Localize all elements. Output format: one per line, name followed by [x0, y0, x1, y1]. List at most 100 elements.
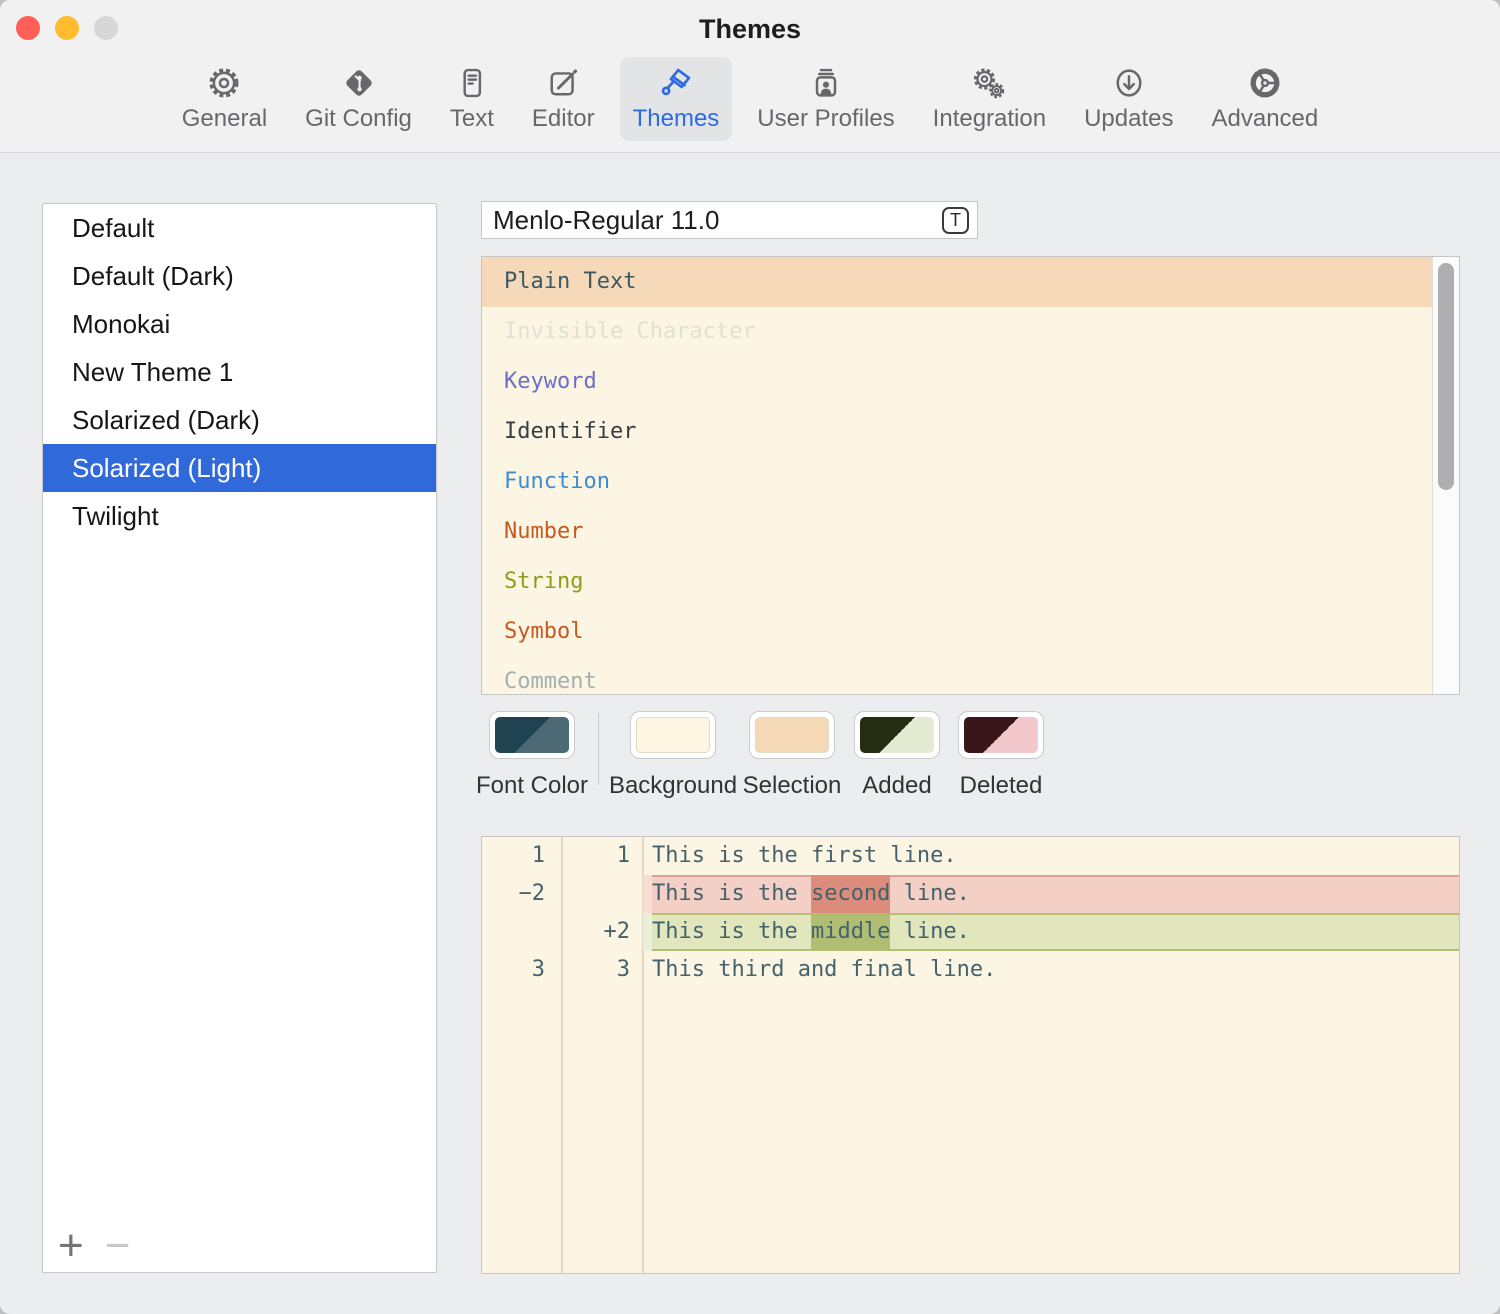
tab-advanced[interactable]: Advanced — [1198, 57, 1331, 141]
preview-label: Plain Text — [504, 269, 636, 294]
tab-text[interactable]: Text — [437, 57, 507, 141]
background-well[interactable] — [630, 711, 716, 759]
tab-updates[interactable]: Updates — [1071, 57, 1186, 141]
profile-card-icon — [807, 64, 845, 102]
font-field[interactable]: Menlo-Regular 11.0 T — [481, 201, 978, 239]
diff-line-added: +2 This is the middle line. — [482, 913, 1459, 951]
advanced-gear-icon — [1246, 64, 1284, 102]
theme-item-solarized-dark[interactable]: Solarized (Dark) — [43, 396, 436, 444]
tab-git-config[interactable]: Git Config — [292, 57, 425, 141]
diff-preview: 1 1 This is the first line. −2 This is t… — [481, 836, 1460, 1274]
new-line-number — [561, 875, 643, 913]
tab-general[interactable]: General — [169, 57, 280, 141]
theme-preview: Plain Text Invisible Character Keyword I… — [481, 256, 1460, 695]
tab-label: General — [182, 106, 267, 132]
edit-pencil-icon — [544, 64, 582, 102]
swatch-divider — [598, 713, 599, 785]
diff-text: This is the — [652, 881, 811, 906]
add-theme-button[interactable]: + — [58, 1222, 84, 1270]
tab-label: User Profiles — [757, 106, 894, 132]
diff-code: This is the second line. — [643, 875, 1459, 913]
theme-item-solarized-light[interactable]: Solarized (Light) — [43, 444, 436, 492]
scrollbar-thumb[interactable] — [1438, 263, 1454, 490]
fullscreen-button[interactable] — [94, 16, 118, 40]
font-color-swatch — [495, 717, 569, 753]
tab-label: Git Config — [305, 106, 412, 132]
new-line-number: 1 — [561, 837, 643, 875]
tab-editor[interactable]: Editor — [519, 57, 608, 141]
preview-row-comment: Comment — [482, 657, 1432, 695]
tab-themes[interactable]: Themes — [620, 57, 733, 141]
theme-item-new-theme-1[interactable]: New Theme 1 — [43, 348, 436, 396]
diff-text: This is the — [652, 919, 811, 944]
gears-icon — [970, 64, 1008, 102]
remove-theme-button[interactable]: − — [105, 1222, 131, 1270]
tab-label: Updates — [1084, 106, 1173, 132]
preview-label: Invisible Character — [504, 319, 756, 344]
diff-code: This is the first line. — [643, 837, 1459, 875]
deleted-swatch — [964, 717, 1038, 753]
swatch-font-color: Font Color — [462, 711, 602, 800]
old-line-number: 3 — [482, 951, 561, 989]
preview-row-function: Function — [482, 457, 1432, 507]
diff-line-context: 3 3 This third and final line. — [482, 951, 1459, 989]
tab-label: Themes — [633, 106, 720, 132]
preview-row-symbol: Symbol — [482, 607, 1432, 657]
preview-row-invisible-character: Invisible Character — [482, 307, 1432, 357]
gear-icon — [205, 64, 243, 102]
theme-item-default-dark[interactable]: Default (Dark) — [43, 252, 436, 300]
theme-item-twilight[interactable]: Twilight — [43, 492, 436, 540]
diff-code: This third and final line. — [643, 951, 1459, 989]
tab-label: Advanced — [1211, 106, 1318, 132]
close-button[interactable] — [16, 16, 40, 40]
diff-text: line. — [890, 919, 969, 944]
preferences-window: Themes General — [0, 0, 1500, 1314]
window-controls — [16, 16, 118, 40]
tab-label: Editor — [532, 106, 595, 132]
tab-label: Integration — [933, 106, 1046, 132]
swatch-label: Font Color — [476, 772, 588, 800]
tab-label: Text — [450, 106, 494, 132]
old-line-number: 1 — [482, 837, 561, 875]
old-line-number: −2 — [482, 875, 561, 913]
swatch-label: Background — [609, 772, 737, 800]
preview-label: String — [504, 569, 583, 594]
theme-list-actions: + − — [58, 1222, 130, 1270]
preview-row-plain-text: Plain Text — [482, 257, 1432, 307]
font-picker-button[interactable]: T — [942, 207, 969, 234]
tab-user-profiles[interactable]: User Profiles — [744, 57, 907, 141]
preferences-toolbar: General Git Config — [0, 55, 1500, 153]
theme-list: Default Default (Dark) Monokai New Theme… — [42, 203, 437, 1273]
new-line-number: +2 — [561, 913, 643, 951]
window-title: Themes — [0, 0, 1500, 58]
added-well[interactable] — [854, 711, 940, 759]
preview-row-keyword: Keyword — [482, 357, 1432, 407]
scrollbar-track[interactable] — [1432, 257, 1459, 694]
selection-well[interactable] — [749, 711, 835, 759]
diff-text: line. — [890, 881, 969, 906]
swatch-deleted: Deleted — [931, 711, 1071, 800]
tab-integration[interactable]: Integration — [920, 57, 1059, 141]
theme-item-monokai[interactable]: Monokai — [43, 300, 436, 348]
preview-label: Symbol — [504, 619, 583, 644]
preview-row-number: Number — [482, 507, 1432, 557]
preview-label: Identifier — [504, 419, 636, 444]
swatch-label: Deleted — [960, 772, 1043, 800]
theme-item-default[interactable]: Default — [43, 204, 436, 252]
font-value: Menlo-Regular 11.0 — [493, 205, 719, 236]
diff-code: This is the middle line. — [643, 913, 1459, 951]
old-line-number — [482, 913, 561, 951]
paintbrush-icon — [657, 64, 695, 102]
document-icon — [453, 64, 491, 102]
git-icon — [340, 64, 378, 102]
diff-line-deleted: −2 This is the second line. — [482, 875, 1459, 913]
font-color-well[interactable] — [489, 711, 575, 759]
preview-label: Comment — [504, 669, 597, 694]
new-line-number: 3 — [561, 951, 643, 989]
background-swatch — [636, 717, 710, 753]
minimize-button[interactable] — [55, 16, 79, 40]
diff-line-context: 1 1 This is the first line. — [482, 837, 1459, 875]
deleted-well[interactable] — [958, 711, 1044, 759]
themes-pane: Default Default (Dark) Monokai New Theme… — [0, 153, 1500, 1313]
deleted-word-highlight: second — [811, 875, 890, 913]
